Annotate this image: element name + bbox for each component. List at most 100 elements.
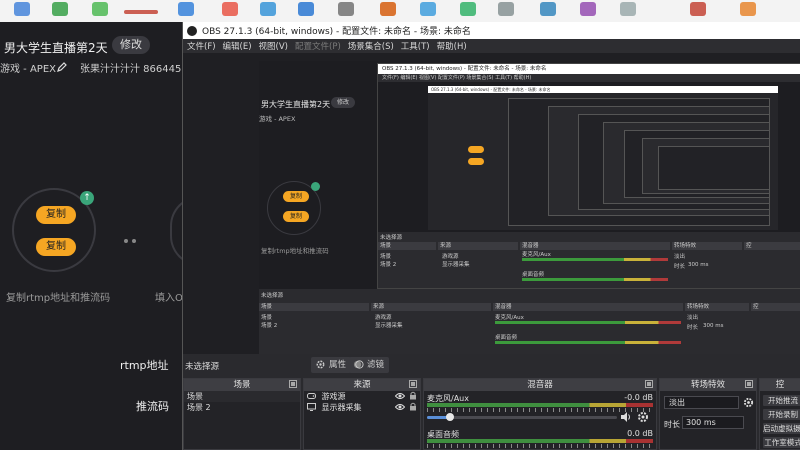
filters-button[interactable]: 滤镜 — [349, 357, 390, 373]
menu-scene-collection[interactable]: 场景集合(S) — [348, 40, 394, 52]
captured-copy-pill: 复制 — [283, 191, 309, 202]
captured-mixer-channel: 桌面音频 — [522, 272, 545, 278]
controls-header: 控 — [760, 379, 800, 391]
captured-mixer-head: 混音器 — [493, 303, 683, 311]
captured-caption: 复制rtmp地址和推流码 — [261, 247, 329, 255]
screen: 男大学生直播第2天 修改 游戏 - APEX 张果汁汁汁汁 866445 复制 … — [0, 0, 800, 450]
sources-panel: 来源 游戏源 显示器采集 — [303, 378, 421, 450]
app-icon[interactable] — [690, 2, 706, 16]
captured-copy-pill-small — [468, 146, 484, 153]
undock-icon[interactable] — [645, 380, 653, 388]
studio-mode-button[interactable]: 工作室模式 — [763, 437, 800, 448]
app-icon[interactable] — [380, 2, 396, 16]
menu-edit[interactable]: 编辑(E) — [223, 40, 252, 52]
menu-view[interactable]: 视图(V) — [259, 40, 288, 52]
copy-rtmp-button[interactable]: 复制 — [36, 206, 76, 224]
volume-slider-handle[interactable] — [446, 413, 454, 421]
captured-duration: 300 ms — [703, 323, 724, 329]
app-icon[interactable] — [460, 2, 476, 16]
app-icon[interactable] — [420, 2, 436, 16]
captured-scene: 场景 2 — [261, 323, 278, 329]
visibility-eye-icon[interactable] — [395, 403, 405, 411]
captured-scenes-head: 场景 — [259, 303, 369, 311]
captured-scene: 场景 — [380, 254, 392, 260]
app-icon[interactable] — [540, 2, 556, 16]
captured-badge — [311, 182, 320, 191]
obs-titlebar[interactable]: OBS 27.1.3 (64-bit, windows) - 配置文件: 未命名… — [183, 22, 800, 39]
captured-source: 游戏源 — [375, 315, 392, 321]
captured-obs-level-2: OBS 27.1.3 (64-bit, windows) - 配置文件: 未命名… — [377, 63, 800, 289]
undock-icon[interactable] — [289, 380, 297, 388]
menu-help[interactable]: 帮助(H) — [437, 40, 467, 52]
captured-category: 游戏 - APEX — [259, 115, 296, 123]
monitor-icon — [307, 403, 316, 411]
captured-meter — [522, 278, 668, 281]
duration-input[interactable]: 300 ms — [682, 416, 744, 429]
captured-sources-head: 来源 — [371, 303, 491, 311]
gear-icon[interactable] — [743, 397, 754, 408]
captured-source: 显示器采集 — [375, 323, 403, 329]
virtual-camera-button[interactable]: 启动虚拟摄像机 — [763, 423, 800, 434]
gear-icon[interactable] — [637, 411, 649, 423]
stream-title: 男大学生直播第2天 — [4, 41, 108, 55]
captured-duration-label: 时长 — [674, 264, 686, 270]
app-icon[interactable] — [178, 2, 194, 16]
gear-icon — [316, 360, 325, 369]
recursive-frame — [658, 146, 770, 190]
app-icon[interactable] — [14, 2, 30, 16]
lock-icon[interactable] — [409, 391, 417, 400]
app-icon[interactable] — [580, 2, 596, 16]
undock-icon[interactable] — [745, 380, 753, 388]
captured-panels: 未选择源 场景 场景 场景 2 来源 游戏源 显示器采集 混音器 麦克风/Aux… — [378, 232, 800, 288]
captured-mixer-channel: 桌面音频 — [495, 335, 518, 341]
scene-item[interactable]: 场景 — [184, 391, 300, 402]
app-icon[interactable] — [498, 2, 514, 16]
app-icon[interactable] — [52, 2, 68, 16]
step-dots — [124, 228, 142, 243]
captured-menu: 文件(F) 编辑(E) 视图(V) 配置文件(P) 场景集合(S) 工具(T) … — [378, 74, 800, 82]
captured-transitions-head: 转场特效 — [685, 303, 749, 311]
transition-select[interactable]: 淡出 — [664, 396, 739, 409]
app-icon[interactable] — [260, 2, 276, 16]
captured-mixer-channel: 麦克风/Aux — [522, 252, 551, 258]
start-recording-button[interactable]: 开始录制 — [763, 409, 800, 420]
window-title: OBS 27.1.3 (64-bit, windows) - 配置文件: 未命名… — [202, 27, 471, 37]
visibility-eye-icon[interactable] — [395, 392, 405, 400]
menu-tools[interactable]: 工具(T) — [401, 40, 430, 52]
app-icon[interactable] — [92, 2, 108, 16]
sources-header: 来源 — [304, 379, 420, 391]
captured-mixer-head: 混音器 — [520, 242, 670, 250]
undock-icon[interactable] — [409, 380, 417, 388]
app-icon[interactable] — [338, 2, 354, 16]
volume-slider[interactable] — [427, 416, 617, 419]
copy-key-button[interactable]: 复制 — [36, 238, 76, 256]
start-streaming-button[interactable]: 开始推流 — [763, 395, 800, 406]
app-icon[interactable] — [124, 10, 158, 14]
edit-title-button[interactable]: 修改 — [112, 36, 150, 54]
preview-canvas[interactable]: 男大学生直播第2天 修改 游戏 - APEX 复制 复制 复制rtmp地址和推流… — [183, 53, 800, 354]
app-icon[interactable] — [620, 2, 636, 16]
captured-transitions-head: 转场特效 — [672, 242, 742, 250]
captured-scenes-head: 场景 — [378, 242, 436, 250]
speaker-icon[interactable] — [620, 411, 632, 423]
mixer-header: 混音器 — [424, 379, 656, 391]
menu-bar: 文件(F) 编辑(E) 视图(V) 配置文件(P) 场景集合(S) 工具(T) … — [183, 39, 800, 53]
menu-profile[interactable]: 配置文件(P) — [295, 40, 341, 52]
no-source-label: 未选择源 — [185, 362, 220, 372]
source-item[interactable]: 游戏源 — [304, 391, 420, 402]
lock-icon[interactable] — [409, 402, 417, 411]
app-icon[interactable] — [222, 2, 238, 16]
app-icon[interactable] — [298, 2, 314, 16]
menu-file[interactable]: 文件(F) — [187, 40, 216, 52]
properties-button[interactable]: 属性 — [311, 357, 352, 373]
scene-item[interactable]: 场景 2 — [184, 402, 300, 413]
captured-controls-head: 控 — [751, 303, 800, 311]
captured-mixer-channel: 麦克风/Aux — [495, 315, 524, 321]
captured-no-source: 未选择源 — [380, 235, 403, 241]
transitions-panel: 转场特效 淡出 时长 300 ms — [659, 378, 757, 450]
pencil-icon[interactable] — [56, 61, 68, 73]
audio-mixer-panel: 混音器 麦克风/Aux -0.0 dB 桌面音频 0.0 dB — [423, 378, 657, 450]
app-icon[interactable] — [740, 2, 756, 16]
captured-title-small: OBS 27.1.3 (64-bit, windows) - 配置文件: 未命名… — [428, 86, 778, 93]
source-item[interactable]: 显示器采集 — [304, 402, 420, 413]
